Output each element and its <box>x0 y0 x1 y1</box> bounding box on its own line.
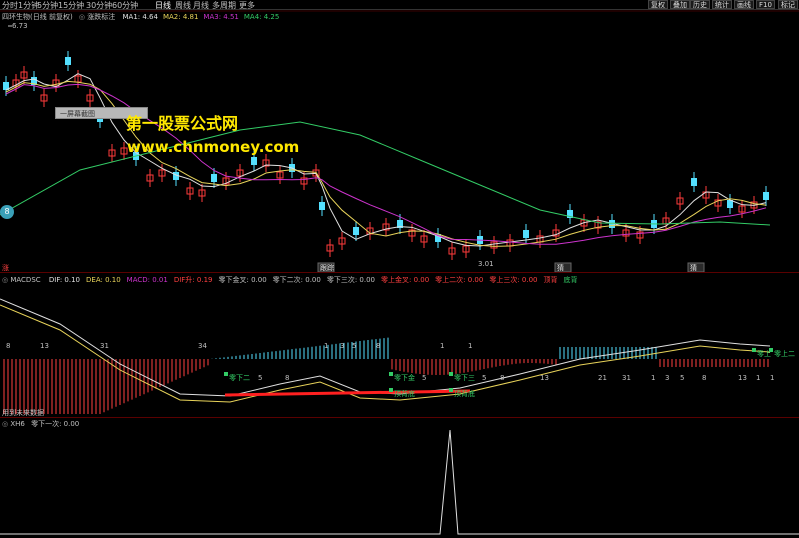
count-label: 5 <box>680 374 684 382</box>
count-label: 5 <box>352 342 356 350</box>
divergence-line <box>224 389 471 397</box>
signal-marker: 猜 <box>690 263 697 272</box>
flag-label: 零下三 <box>454 374 475 382</box>
toolbar-button[interactable]: 历史 <box>690 0 710 9</box>
toolbar-button[interactable]: F10 <box>756 0 775 9</box>
candle-body <box>523 230 529 238</box>
flag-marker <box>752 348 756 352</box>
macd-value: DIF: 0.10 <box>48 276 81 284</box>
count-label: 8 <box>702 374 706 382</box>
pane-divider <box>0 417 799 418</box>
flag-marker <box>224 372 228 376</box>
count-label: 13 <box>540 374 549 382</box>
flag-label: 零下金 <box>394 373 415 382</box>
ma4-line <box>0 121 771 226</box>
macd-value: 零下金叉: 0.00 <box>218 276 267 284</box>
count-label: 1 <box>770 374 774 382</box>
count-label: 8 <box>285 374 289 382</box>
flag-marker <box>449 388 453 392</box>
xh-title[interactable]: XH6 <box>10 420 25 428</box>
flag-label: 顶背底 <box>454 389 475 398</box>
candle-body <box>691 178 697 186</box>
candle-body <box>251 157 257 165</box>
count-label: 5 <box>422 374 426 382</box>
macd-value: MACD: 0.01 <box>126 276 168 284</box>
xh-value: 零下一次: 0.00 <box>31 420 80 428</box>
count-label: 1 <box>756 374 760 382</box>
count-label: 5 <box>258 374 262 382</box>
flag-marker <box>449 372 453 376</box>
side-badge[interactable]: 8 <box>0 205 14 219</box>
count-label: 13 <box>738 374 747 382</box>
macd-value: DIF升: 0.19 <box>173 276 213 284</box>
count-label: 1 <box>651 374 655 382</box>
high-price-label: 6.73 <box>12 22 28 30</box>
flag-label: 零下二 <box>229 374 250 382</box>
count-label: 3 <box>665 374 669 382</box>
xh-chart[interactable] <box>0 428 799 538</box>
candle-body <box>65 57 71 65</box>
flag-marker <box>769 348 773 352</box>
macd-value: 零上金叉: 0.00 <box>381 276 430 284</box>
signal-marker: 猜 <box>557 263 564 272</box>
count-label: 31 <box>100 342 109 350</box>
toolbar-button[interactable]: 复权 <box>648 0 668 9</box>
candle-body <box>353 227 359 235</box>
candle-body <box>211 174 217 182</box>
macd-values: DIF: 0.10 DEA: 0.10 MACD: 0.01 DIF升: 0.19 零下… <box>43 276 578 284</box>
toolbar-button[interactable]: 叠加 <box>670 0 690 9</box>
toolbar-button[interactable]: 标记 <box>778 0 798 9</box>
macd-value: 底背 <box>563 276 578 284</box>
count-label: 31 <box>622 374 631 382</box>
flag-label: 零上 <box>757 349 771 358</box>
count-label: 8 <box>500 374 504 382</box>
count-label: 8 <box>376 342 380 350</box>
flag-marker <box>389 388 393 392</box>
xh-spike-line <box>0 429 799 535</box>
period-toolbar: 分时 1分钟 5分钟 15分钟 30分钟 60分钟 日线 周线 月线 多周期 更多 复权 叠加 历史 统计画… <box>0 0 799 10</box>
price-chart[interactable]: 6.73 3.01 涨 跟踪 猜 猜 <box>0 10 799 272</box>
count-label: 34 <box>198 342 207 350</box>
toolbar-button[interactable]: 统计 <box>712 0 732 9</box>
candle-body <box>763 192 769 200</box>
count-label: 8 <box>6 342 10 350</box>
macd-value: 零下三次: 0.00 <box>326 276 375 284</box>
count-label: 1 <box>440 342 444 350</box>
flag-marker <box>389 372 393 376</box>
low-price-label: 3.01 <box>478 260 494 268</box>
count-label: 1 <box>468 342 472 350</box>
tooltip-text: 一屏幕截图 <box>60 110 95 118</box>
macd-value: 零上三次: 0.00 <box>489 276 538 284</box>
count-label: 1 <box>324 342 328 350</box>
pane-divider <box>0 272 799 273</box>
macd-title[interactable]: MACDSC <box>10 276 40 284</box>
settings-icon[interactable]: ◎ <box>2 420 8 428</box>
count-label: 3 <box>340 342 344 350</box>
signal-marker: 跟踪 <box>320 263 334 272</box>
candle-body <box>319 202 325 210</box>
bottom-marker: 涨 <box>2 263 9 272</box>
settings-icon[interactable]: ◎ <box>2 276 8 284</box>
count-label: 13 <box>40 342 49 350</box>
count-label: 21 <box>598 374 607 382</box>
macd-chart[interactable]: 8 13 31 34 1 3 5 8 1 15 8 5 5 8 13 21 31 1 3 5 8 13 1 1零下二 零下金 零下… <box>0 284 799 419</box>
macd-value: 零下二次: 0.00 <box>272 276 321 284</box>
flag-label: 零上二 <box>774 349 795 358</box>
flag-label: 顶背底 <box>394 389 415 398</box>
macd-value: 零上二次: 0.00 <box>435 276 484 284</box>
count-label: 5 <box>482 374 486 382</box>
toolbar-button[interactable]: 画线 <box>734 0 754 9</box>
macd-value: 顶背 <box>543 276 558 284</box>
watermark-url: www.chnmoney.com <box>127 138 300 156</box>
macd-value: DEA: 0.10 <box>86 276 121 284</box>
watermark-title: 第一股票公式网 <box>126 114 239 133</box>
